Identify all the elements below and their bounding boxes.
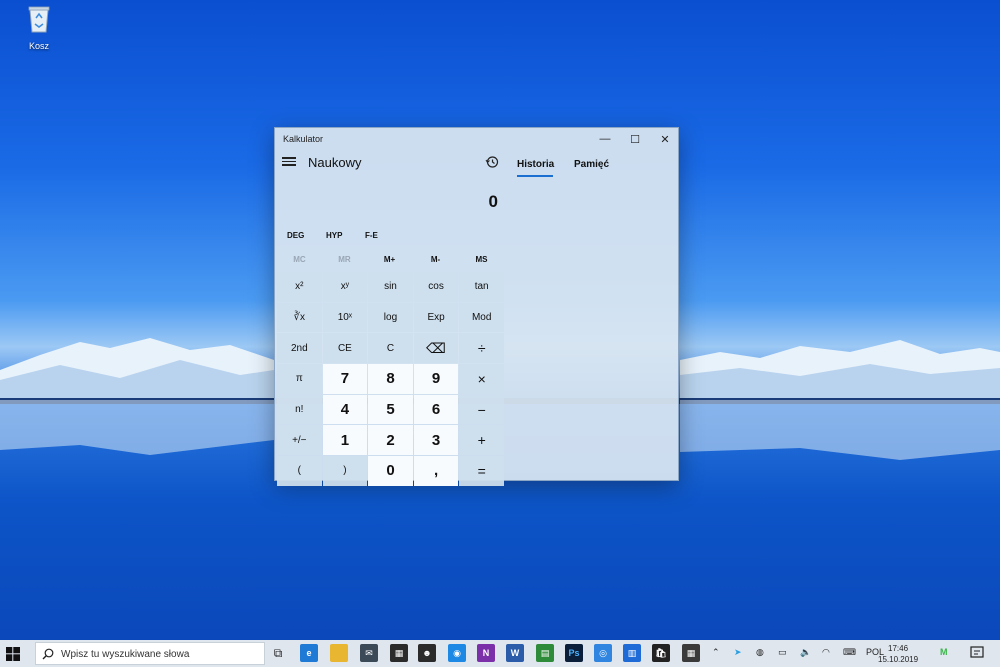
- decimal-key[interactable]: ,: [413, 456, 459, 486]
- power-key[interactable]: xʸ: [322, 272, 368, 302]
- cube-root-key[interactable]: ∛x: [277, 302, 322, 333]
- close-paren-key[interactable]: ): [322, 456, 368, 486]
- wifi-icon[interactable]: ◠: [822, 647, 830, 658]
- m-plus-button[interactable]: M+: [367, 255, 412, 264]
- digit-3-key[interactable]: 3: [413, 425, 459, 456]
- digit-2-key[interactable]: 2: [368, 425, 413, 456]
- app-tray-icon[interactable]: M: [940, 647, 948, 657]
- recycle-bin-icon: [28, 6, 50, 33]
- calendar-icon[interactable]: ▦: [390, 644, 408, 662]
- calculator-taskbar-icon[interactable]: ▦: [682, 644, 700, 662]
- window-title: Kalkulator: [283, 134, 324, 144]
- edge-icon[interactable]: e: [300, 644, 318, 662]
- cos-key[interactable]: cos: [413, 272, 459, 302]
- tab-memory[interactable]: Pamięć: [574, 159, 609, 170]
- mail-icon[interactable]: ✉: [360, 644, 378, 662]
- log-key[interactable]: log: [368, 302, 413, 333]
- calculator-window: Kalkulator — ☐ ✕ Naukowy Historia Pamięć…: [274, 127, 679, 486]
- tray-overflow-icon[interactable]: ⌃: [712, 647, 720, 658]
- mr-button[interactable]: MR: [322, 255, 367, 264]
- sheets-icon[interactable]: ▤: [536, 644, 554, 662]
- exp-key[interactable]: Exp: [413, 302, 459, 333]
- add-key[interactable]: +: [459, 425, 504, 456]
- divide-key[interactable]: ÷: [459, 333, 504, 364]
- tab-history[interactable]: Historia: [517, 159, 554, 170]
- mode-title: Naukowy: [308, 155, 362, 170]
- pi-key[interactable]: π: [277, 364, 322, 394]
- tray-app-icon[interactable]: ◍: [756, 647, 764, 658]
- factorial-key[interactable]: n!: [277, 394, 322, 425]
- digit-6-key[interactable]: 6: [413, 394, 459, 425]
- recycle-bin-shortcut[interactable]: Kosz: [18, 4, 60, 51]
- taskbar: Wpisz tu wyszukiwane słowa ⧉ e ✉ ▦ ☻ ◉ N…: [0, 640, 1000, 667]
- search-placeholder: Wpisz tu wyszukiwane słowa: [61, 649, 190, 660]
- telegram-icon[interactable]: ➤: [734, 647, 742, 658]
- close-button[interactable]: ✕: [650, 128, 680, 150]
- mc-button[interactable]: MC: [277, 255, 322, 264]
- fe-button[interactable]: F-E: [365, 231, 378, 240]
- people-icon[interactable]: ☻: [418, 644, 436, 662]
- deg-button[interactable]: DEG: [287, 231, 304, 240]
- keypad: x² xʸ sin cos tan ∛x 10ˣ log Exp Mod 2nd…: [277, 272, 505, 486]
- battery-icon[interactable]: ▭: [778, 647, 787, 658]
- photoshop-icon[interactable]: Ps: [565, 644, 583, 662]
- recycle-bin-label: Kosz: [28, 41, 49, 51]
- digit-4-key[interactable]: 4: [322, 394, 368, 425]
- clock[interactable]: 17:46 15.10.2019: [878, 643, 918, 665]
- active-tab-indicator: [517, 175, 553, 177]
- history-icon[interactable]: [485, 155, 499, 169]
- volume-icon[interactable]: 🔈: [800, 647, 811, 658]
- clock-time: 17:46: [888, 644, 909, 653]
- clear-key[interactable]: C: [368, 333, 413, 364]
- digit-1-key[interactable]: 1: [322, 425, 368, 456]
- digit-0-key[interactable]: 0: [368, 456, 413, 486]
- maximize-button[interactable]: ☐: [620, 128, 650, 150]
- result-display: 0: [488, 192, 498, 211]
- notification-icon[interactable]: [970, 646, 984, 660]
- sin-key[interactable]: sin: [368, 272, 413, 302]
- digit-5-key[interactable]: 5: [368, 394, 413, 425]
- clear-entry-key[interactable]: CE: [322, 333, 368, 364]
- subtract-key[interactable]: −: [459, 394, 504, 425]
- trello-icon[interactable]: ▥: [623, 644, 641, 662]
- digit-9-key[interactable]: 9: [413, 364, 459, 394]
- multiply-key[interactable]: ×: [459, 364, 504, 394]
- title-bar[interactable]: Kalkulator — ☐ ✕: [275, 128, 678, 150]
- digit-8-key[interactable]: 8: [368, 364, 413, 394]
- search-box[interactable]: Wpisz tu wyszukiwane słowa: [35, 642, 265, 665]
- tan-key[interactable]: tan: [459, 272, 504, 302]
- word-icon[interactable]: W: [506, 644, 524, 662]
- minimize-button[interactable]: —: [590, 128, 620, 150]
- second-key[interactable]: 2nd: [277, 333, 322, 364]
- windows-start-icon[interactable]: [6, 647, 20, 661]
- backspace-key[interactable]: ⌫: [413, 333, 459, 364]
- negate-key[interactable]: +/−: [277, 425, 322, 456]
- file-explorer-icon[interactable]: [330, 644, 348, 662]
- square-key[interactable]: x²: [277, 272, 322, 302]
- hyp-button[interactable]: HYP: [326, 231, 342, 240]
- store-icon[interactable]: 🛍: [652, 644, 670, 662]
- keyboard-icon[interactable]: ⌨: [843, 647, 856, 658]
- chrome-icon[interactable]: ◎: [594, 644, 612, 662]
- onenote-icon[interactable]: N: [477, 644, 495, 662]
- menu-icon[interactable]: [282, 155, 296, 169]
- clock-date: 15.10.2019: [878, 655, 919, 664]
- digit-7-key[interactable]: 7: [322, 364, 368, 394]
- mod-key[interactable]: Mod: [459, 302, 504, 333]
- ten-power-key[interactable]: 10ˣ: [322, 302, 368, 333]
- messenger-icon[interactable]: ◉: [448, 644, 466, 662]
- ms-button[interactable]: MS: [459, 255, 504, 264]
- memory-bar: MC MR M+ M- MS: [277, 250, 505, 270]
- open-paren-key[interactable]: (: [277, 456, 322, 486]
- m-minus-button[interactable]: M-: [413, 255, 458, 264]
- equals-key[interactable]: =: [459, 456, 504, 486]
- task-view-icon[interactable]: ⧉: [269, 644, 287, 662]
- search-icon: [42, 648, 54, 660]
